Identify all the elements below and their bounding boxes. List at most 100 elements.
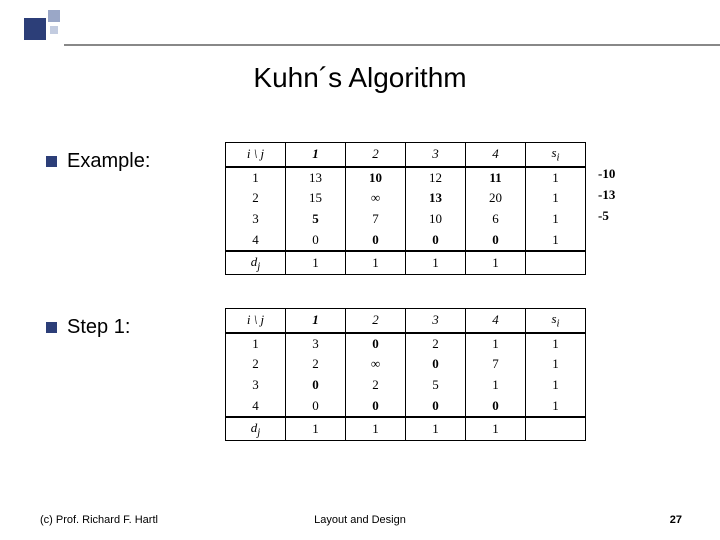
dj-empty [526,251,586,275]
si-cell: 1 [526,188,586,209]
cell: 15 [286,188,346,209]
header-si: si [526,143,586,167]
table-row: 1 3 0 2 1 1 [226,333,586,354]
dj-cell: 1 [406,251,466,275]
cell: 2 [286,354,346,375]
cell: 7 [346,209,406,230]
cell: 12 [406,167,466,188]
table-row: 3 0 2 5 1 1 [226,375,586,396]
bullet-square-icon [46,156,57,167]
header-col: 4 [466,143,526,167]
si-cell: 1 [526,354,586,375]
dj-cell: 1 [346,251,406,275]
cell: ∞ [346,354,406,375]
reduction-value: -5 [598,205,615,226]
cell: 0 [346,230,406,251]
dj-cell: 1 [466,417,526,441]
header-si: si [526,309,586,333]
cell: 0 [346,396,406,417]
header-col: 2 [346,143,406,167]
table-row: 4 0 0 0 0 1 [226,396,586,417]
header-col: 1 [286,143,346,167]
si-cell: 1 [526,167,586,188]
cell: 13 [406,188,466,209]
cell: ∞ [346,188,406,209]
cell: 11 [466,167,526,188]
cell: 1 [466,375,526,396]
footer-center: Layout and Design [0,514,720,526]
table-row: 1 13 10 12 11 1 [226,167,586,188]
cell: 2 [406,333,466,354]
cell: 0 [286,230,346,251]
si-cell: 1 [526,209,586,230]
header-col: 1 [286,309,346,333]
dj-cell: 1 [466,251,526,275]
cell: 10 [346,167,406,188]
cell: 1 [466,333,526,354]
row-label: 3 [226,375,286,396]
bullet-square-icon [46,322,57,333]
cell: 10 [406,209,466,230]
dj-empty [526,417,586,441]
row-label: 1 [226,333,286,354]
table-row: 2 15 ∞ 13 20 1 [226,188,586,209]
reduction-value: -10 [598,163,615,184]
cell: 13 [286,167,346,188]
dj-cell: 1 [346,417,406,441]
cell: 0 [406,396,466,417]
example-table: i \ j 1 2 3 4 si 1 13 10 12 11 1 2 15 ∞ … [225,142,586,275]
row-label: 2 [226,354,286,375]
cell: 5 [286,209,346,230]
table-row: 2 2 ∞ 0 7 1 [226,354,586,375]
cell: 5 [406,375,466,396]
row-label: 1 [226,167,286,188]
cell: 2 [346,375,406,396]
header-col: 2 [346,309,406,333]
step1-table: i \ j 1 2 3 4 si 1 3 0 2 1 1 2 2 ∞ 0 7 1… [225,308,586,441]
dj-label: dj [226,417,286,441]
header-corner: i \ j [226,309,286,333]
slide-corner-decoration [0,0,100,48]
cell: 0 [346,333,406,354]
header-col: 3 [406,143,466,167]
bullet-step1: Step 1: [46,316,130,339]
cell: 3 [286,333,346,354]
cell: 0 [466,396,526,417]
cell: 0 [406,354,466,375]
step1-table-wrap: i \ j 1 2 3 4 si 1 3 0 2 1 1 2 2 ∞ 0 7 1… [225,308,586,441]
header-col: 3 [406,309,466,333]
dj-cell: 1 [286,417,346,441]
bullet-step1-label: Step 1: [67,316,130,339]
dj-label: dj [226,251,286,275]
table-header-row: i \ j 1 2 3 4 si [226,309,586,333]
deco-square-med [48,10,60,22]
cell: 20 [466,188,526,209]
si-cell: 1 [526,333,586,354]
reduction-value: -13 [598,184,615,205]
cell: 6 [466,209,526,230]
cell: 0 [406,230,466,251]
row-label: 3 [226,209,286,230]
dj-row: dj 1 1 1 1 [226,251,586,275]
deco-horizontal-rule [64,44,720,46]
row-reduction-annotations: -10 -13 -5 [598,163,615,226]
si-cell: 1 [526,375,586,396]
dj-row: dj 1 1 1 1 [226,417,586,441]
slide-title: Kuhn´s Algorithm [0,62,720,94]
example-table-wrap: i \ j 1 2 3 4 si 1 13 10 12 11 1 2 15 ∞ … [225,142,586,275]
si-cell: 1 [526,230,586,251]
footer-page-number: 27 [670,514,682,526]
cell: 0 [286,396,346,417]
cell: 0 [466,230,526,251]
si-cell: 1 [526,396,586,417]
bullet-example-label: Example: [67,150,150,173]
bullet-example: Example: [46,150,150,173]
table-row: 4 0 0 0 0 1 [226,230,586,251]
dj-cell: 1 [406,417,466,441]
table-row: 3 5 7 10 6 1 [226,209,586,230]
cell: 7 [466,354,526,375]
dj-cell: 1 [286,251,346,275]
row-label: 4 [226,396,286,417]
deco-square-large [24,18,46,40]
deco-square-small [50,26,58,34]
